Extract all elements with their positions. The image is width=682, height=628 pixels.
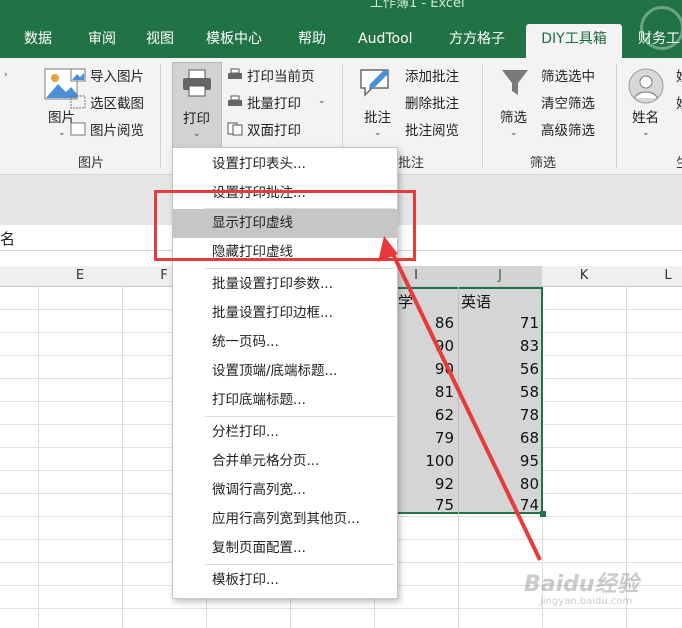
watermark-text: Baidu经验 — [524, 572, 639, 597]
annotation-arrow — [378, 236, 542, 561]
watermark-url: jingyan.baidu.com — [540, 596, 633, 607]
